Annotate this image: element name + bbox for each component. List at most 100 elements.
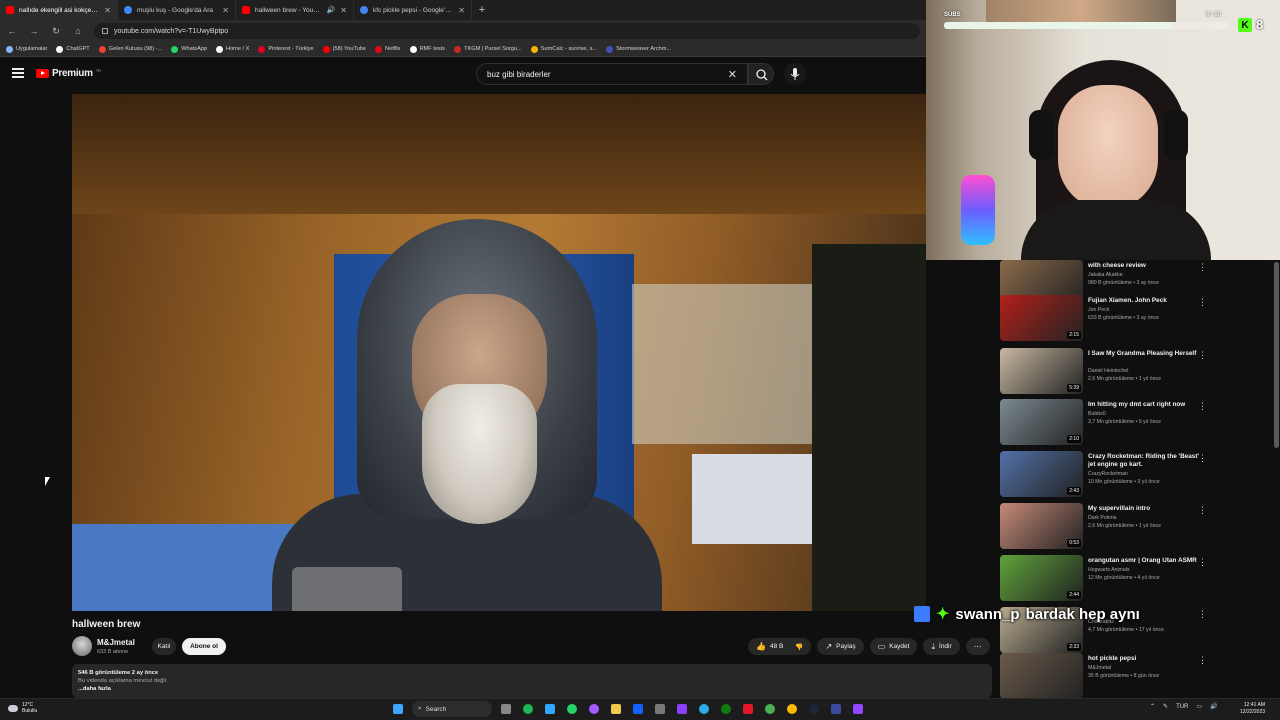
tab-close-icon[interactable]: ✕ bbox=[458, 6, 465, 15]
youtube-premium-logo[interactable]: Premium TR bbox=[36, 68, 101, 79]
show-more-link[interactable]: ...daha fazla bbox=[78, 686, 986, 692]
like-button[interactable]: 👍 48 B 👎 bbox=[748, 638, 812, 655]
reload-icon[interactable]: ↻ bbox=[50, 26, 62, 37]
recommended-title[interactable]: I Saw My Grandma Pleasing Herself bbox=[1088, 350, 1203, 358]
bookmark-item[interactable]: Pinterest - Türkiye bbox=[258, 45, 314, 53]
recommended-title[interactable]: Crazy Rocketman: Riding the 'Beast' jet … bbox=[1088, 453, 1203, 470]
recommended-channel[interactable]: Bubbs0 bbox=[1088, 411, 1106, 417]
video-thumbnail[interactable]: 2:10 bbox=[1000, 399, 1083, 445]
tab-close-icon[interactable]: ✕ bbox=[340, 6, 347, 15]
bookmark-item[interactable]: TKGM | Parsel Sorgu... bbox=[454, 45, 522, 53]
whatsapp-icon[interactable] bbox=[564, 701, 580, 717]
cursor-app-icon[interactable] bbox=[652, 701, 668, 717]
file-explorer-icon[interactable] bbox=[608, 701, 624, 717]
messenger-icon[interactable] bbox=[586, 701, 602, 717]
browser-tab-4[interactable]: kfc pickle pepsi - Google'da Ara ✕ bbox=[354, 0, 472, 20]
site-info-icon[interactable] bbox=[102, 28, 108, 34]
recommended-channel[interactable]: Jakaka Akakke bbox=[1088, 272, 1123, 278]
recommended-title[interactable]: Fujian Xiamen. John Peck bbox=[1088, 297, 1203, 305]
more-vertical-icon[interactable]: ⋮ bbox=[1198, 262, 1207, 273]
bookmark-item[interactable]: SumCalc - sunrise, s... bbox=[530, 45, 597, 53]
more-actions-button[interactable]: ⋯ bbox=[965, 638, 990, 655]
recommended-channel[interactable]: M&Jmetal bbox=[1088, 665, 1111, 671]
video-thumbnail[interactable]: 2:15 bbox=[1000, 295, 1083, 341]
bookmark-item[interactable]: (58) YouTube bbox=[322, 45, 366, 53]
search-button[interactable] bbox=[748, 63, 774, 85]
home-icon[interactable]: ⌂ bbox=[72, 26, 84, 36]
volume-icon[interactable]: 🔊 bbox=[1210, 703, 1217, 710]
chrome-icon[interactable] bbox=[762, 701, 778, 717]
more-vertical-icon[interactable]: ⋮ bbox=[1198, 350, 1207, 361]
bookmark-item[interactable]: Stormweaver Archm... bbox=[606, 45, 671, 53]
recommended-title[interactable]: My supervillain intro bbox=[1088, 505, 1203, 513]
chrome-active-icon[interactable] bbox=[784, 701, 800, 717]
recommended-title[interactable]: hot pickle pepsi bbox=[1088, 655, 1203, 663]
video-thumbnail[interactable]: 5:39 bbox=[1000, 348, 1083, 394]
browser-tab-3[interactable]: hallween brew - YouTube 🔊 ✕ bbox=[236, 0, 354, 20]
forward-arrow-icon[interactable]: → bbox=[28, 26, 40, 36]
more-vertical-icon[interactable]: ⋮ bbox=[1198, 655, 1207, 666]
bookmark-item[interactable]: RMF tests bbox=[409, 45, 445, 53]
dislike-icon[interactable]: 👎 bbox=[795, 643, 803, 651]
save-button[interactable]: ▭ Kaydet bbox=[869, 638, 918, 655]
recommended-video[interactable]: 2:43 Crazy Rocketman: Riding the 'Beast' … bbox=[1000, 451, 1280, 498]
more-vertical-icon[interactable]: ⋮ bbox=[1198, 453, 1207, 464]
more-vertical-icon[interactable]: ⋮ bbox=[1198, 505, 1207, 516]
tab-close-icon[interactable]: ✕ bbox=[104, 6, 111, 15]
video-thumbnail[interactable]: 2:43 bbox=[1000, 451, 1083, 497]
join-button[interactable]: Katıl bbox=[152, 638, 176, 655]
url-field[interactable]: youtube.com/watch?v=-T1UwyBptpo bbox=[94, 23, 920, 39]
video-thumbnail[interactable] bbox=[1000, 653, 1083, 699]
spotify-icon[interactable] bbox=[520, 701, 536, 717]
acrobat-icon[interactable] bbox=[740, 701, 756, 717]
more-vertical-icon[interactable]: ⋮ bbox=[1198, 609, 1207, 620]
recommended-video[interactable]: 2:44 orangutan asmr | Orang Utan ASMR Hogw… bbox=[1000, 555, 1280, 602]
xbox-icon[interactable] bbox=[718, 701, 734, 717]
channel-avatar[interactable] bbox=[72, 636, 92, 656]
more-vertical-icon[interactable]: ⋮ bbox=[1198, 297, 1207, 308]
start-button[interactable] bbox=[390, 701, 406, 717]
bookmark-item[interactable]: ChatGPT bbox=[56, 45, 90, 53]
taskbar-search[interactable]: ⌕ Search bbox=[412, 701, 492, 717]
recommended-channel[interactable]: Jon Peck bbox=[1088, 307, 1109, 313]
bookmark-item[interactable]: Netflix bbox=[375, 45, 401, 53]
download-button[interactable]: ⤓ İndir bbox=[923, 638, 960, 655]
clear-search-icon[interactable]: ✕ bbox=[728, 68, 737, 81]
weather-widget[interactable]: 12°C Bulutlu bbox=[8, 702, 37, 714]
pen-app-icon[interactable] bbox=[828, 701, 844, 717]
recommended-channel[interactable]: Hogwarts Animals bbox=[1088, 567, 1130, 573]
bookmark-item[interactable]: Home / X bbox=[216, 45, 249, 53]
recommended-video[interactable]: 2:10 Im hitting my dmt cart right now Bubb… bbox=[1000, 399, 1280, 446]
tab-close-icon[interactable]: ✕ bbox=[222, 6, 229, 15]
channel-name[interactable]: M&Jmetal bbox=[97, 638, 135, 647]
recommended-channel[interactable]: CrazyRocketman bbox=[1088, 471, 1128, 477]
recommended-video[interactable]: 2:15 Fujian Xiamen. John Peck Jon Peck 633 … bbox=[1000, 295, 1280, 342]
back-arrow-icon[interactable]: ← bbox=[6, 26, 18, 36]
twitch-icon[interactable] bbox=[850, 701, 866, 717]
description-box[interactable]: 546 B görüntüleme 2 ay önce Bu videoda a… bbox=[72, 664, 992, 698]
more-vertical-icon[interactable]: ⋮ bbox=[1198, 401, 1207, 412]
video-thumbnail[interactable]: 0:53 bbox=[1000, 503, 1083, 549]
new-tab-button[interactable]: + bbox=[472, 4, 492, 16]
recommended-channel[interactable]: Daniel Heintschel bbox=[1088, 368, 1128, 374]
page-scrollbar[interactable] bbox=[1274, 262, 1279, 448]
app-blue-icon[interactable] bbox=[630, 701, 646, 717]
recommended-video[interactable]: hot pickle pepsi M&Jmetal 35 B görüntüleme… bbox=[1000, 653, 1280, 700]
voice-search-button[interactable] bbox=[784, 63, 806, 85]
tray-chevron-icon[interactable]: ⌃ bbox=[1150, 703, 1155, 710]
browser-tab-1[interactable]: naIlıde ekengill asi kokçe - You ✕ bbox=[0, 0, 118, 20]
share-button[interactable]: ↗ Paylaş bbox=[817, 638, 864, 655]
task-view-icon[interactable] bbox=[498, 701, 514, 717]
speaker-icon[interactable]: 🔊 bbox=[327, 6, 336, 14]
bookmark-item[interactable]: Uygulamalar bbox=[6, 45, 47, 53]
purple-app-icon[interactable] bbox=[674, 701, 690, 717]
system-clock[interactable]: 12:41 AM 12/22/2023 bbox=[1240, 702, 1265, 715]
search-input[interactable]: buz gibi biraderler ✕ bbox=[476, 63, 748, 85]
recommended-title[interactable]: with cheese review bbox=[1088, 262, 1203, 270]
recommended-video[interactable]: 0:53 My supervillain intro Dark Pokma 2,6 M… bbox=[1000, 503, 1280, 550]
subscribe-button[interactable]: Abone ol bbox=[182, 638, 226, 655]
steam-icon[interactable] bbox=[806, 701, 822, 717]
bookmark-item[interactable]: WhatsApp bbox=[171, 45, 207, 53]
language-indicator[interactable]: TUR bbox=[1176, 704, 1188, 710]
photoshop-icon[interactable] bbox=[542, 701, 558, 717]
